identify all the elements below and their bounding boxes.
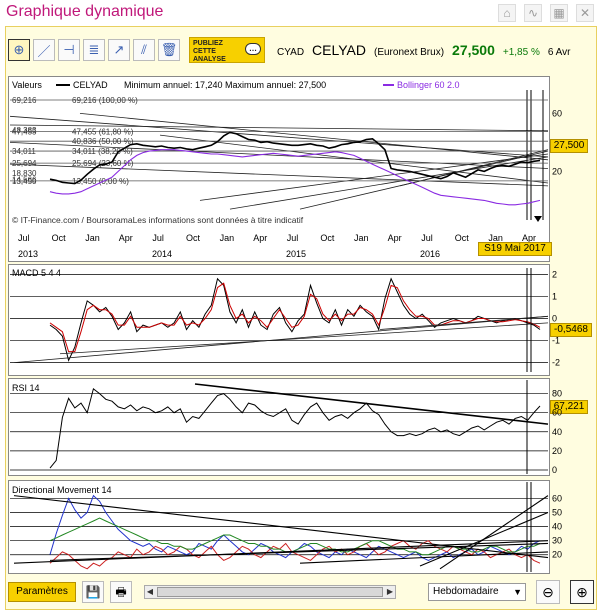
line-chart-icon[interactable]: ∿: [524, 4, 542, 22]
toolbar: ⊕ ／ ⊣ ≣ ↗ ⫽ 🗑 PUBLIEZ CETTE ANALYSE … CY…: [8, 34, 594, 66]
horizontal-line-tool-icon[interactable]: ⊣: [58, 39, 80, 61]
market: (Euronext Brux): [374, 47, 445, 58]
line-tool-icon[interactable]: ／: [33, 39, 55, 61]
ticker: CYAD: [277, 47, 305, 58]
quote-header: CYAD CELYAD (Euronext Brux) 27,500 +1,85…: [277, 42, 570, 58]
fibonacci-tool-icon[interactable]: ≣: [83, 39, 105, 61]
close-icon[interactable]: ✕: [576, 4, 594, 22]
macd-label: MACD 5 4 4: [12, 268, 62, 278]
date-tag: S19 Mai 2017: [478, 242, 552, 256]
publish-analysis-button[interactable]: PUBLIEZ CETTE ANALYSE …: [189, 37, 265, 63]
scroll-right-icon[interactable]: ▶: [385, 586, 395, 598]
last-value-tag: 27,500: [550, 139, 588, 153]
zoom-in-icon[interactable]: ⊕: [570, 580, 594, 604]
instrument-name: CELYAD: [312, 42, 366, 58]
scroll-left-icon[interactable]: ◀: [145, 586, 155, 598]
rsi-label: RSI 14: [12, 383, 40, 393]
print-icon[interactable]: 🖶: [110, 581, 132, 603]
scroll-thumb[interactable]: [157, 587, 383, 597]
parameters-button[interactable]: Paramètres: [8, 582, 76, 602]
dm-label: Directional Movement 14: [12, 485, 112, 495]
chat-bubble-icon: …: [245, 43, 261, 55]
channel-tool-icon[interactable]: ⫽: [133, 39, 155, 61]
period-select[interactable]: Hebdomadaire ▼: [428, 583, 526, 601]
top-icon-group: ⌂ ∿ ▦ ✕: [498, 4, 594, 22]
page-title: Graphique dynamique: [6, 3, 164, 20]
bottom-bar: Paramètres 💾 🖶 ◀ ▶ Hebdomadaire ▼ ⊖ ⊕: [8, 578, 594, 606]
rsi-value-tag: 67,221: [550, 400, 588, 414]
save-icon[interactable]: 💾: [82, 581, 104, 603]
trash-icon[interactable]: 🗑: [158, 39, 180, 61]
zoom-out-icon[interactable]: ⊖: [536, 580, 560, 604]
macd-value-tag: -0,5468: [550, 323, 592, 337]
bar-chart-icon[interactable]: ▦: [550, 4, 568, 22]
trend-tool-icon[interactable]: ↗: [108, 39, 130, 61]
chevron-down-icon: ▼: [513, 587, 522, 597]
time-scrollbar[interactable]: ◀ ▶: [144, 585, 396, 599]
price-panel[interactable]: [8, 76, 550, 262]
quote-date: 6 Avr: [547, 47, 571, 58]
rsi-panel[interactable]: [8, 378, 550, 476]
last-price: 27,500: [452, 42, 495, 58]
zoom-tool-icon[interactable]: ⊕: [8, 39, 30, 61]
home-icon[interactable]: ⌂: [498, 4, 516, 22]
price-change: +1,85 %: [502, 47, 540, 58]
macd-panel[interactable]: [8, 264, 550, 376]
